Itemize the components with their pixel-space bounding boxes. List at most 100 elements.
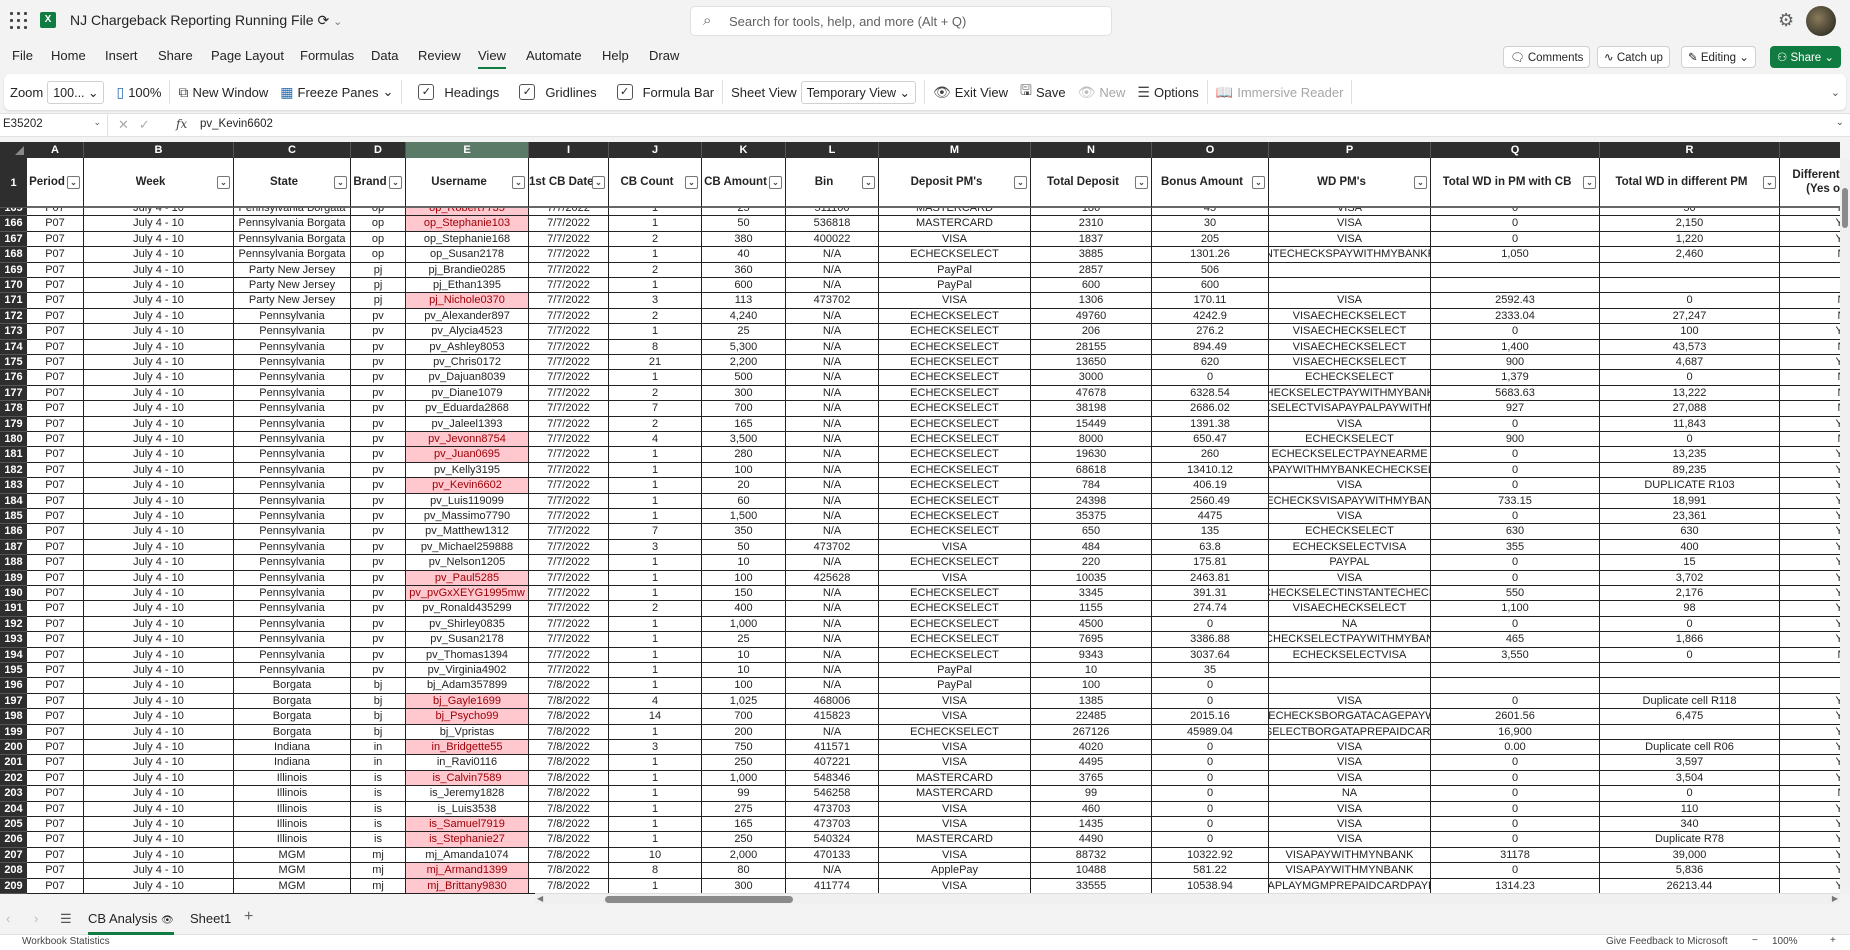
cell-bonus-amount[interactable]: 600 — [1152, 278, 1269, 294]
cell-deposit-pm[interactable]: PayPal — [879, 278, 1031, 294]
cell-cb-amount[interactable]: 25 — [702, 208, 786, 217]
cell-username[interactable]: pv_Jaleel1393 — [406, 416, 529, 432]
cell-brand[interactable]: pv — [351, 401, 406, 417]
cell-different-pm-for-wd[interactable] — [1780, 678, 1840, 694]
cell-wd-pm[interactable]: ISAPLAYMGMPREPAIDCARDPAYPA — [1269, 878, 1431, 894]
cell-wd-pm[interactable]: CHECKSELECTPAYWITHMYBANKP — [1269, 385, 1431, 402]
header-cell-total-wd-pm-with-cb[interactable]: Total WD in PM with CB ⌄ — [1431, 158, 1600, 208]
cell-period[interactable]: P07 — [27, 755, 84, 771]
cell-period[interactable]: P07 — [27, 555, 84, 571]
cell-total-wd-different-pm[interactable]: 11,843 — [1600, 416, 1780, 432]
cell-bin[interactable]: 473703 — [786, 801, 879, 817]
filter-dropdown-icon[interactable]: ⌄ — [389, 176, 402, 189]
cell-total-deposit[interactable]: 1837 — [1031, 231, 1152, 248]
header-cell-different-pm-for-wd[interactable]: Different for WD (Yes or No) — [1780, 158, 1840, 208]
cell-brand[interactable]: bj — [351, 693, 406, 710]
cell-total-wd-different-pm[interactable]: DUPLICATE R103 — [1600, 478, 1780, 494]
cell-bonus-amount[interactable]: 135 — [1152, 524, 1269, 540]
prev-sheet-icon[interactable]: ‹ — [6, 911, 10, 926]
cell-bonus-amount[interactable]: 2015.16 — [1152, 709, 1269, 725]
filter-dropdown-icon[interactable]: ⌄ — [862, 176, 875, 189]
catch-up-button[interactable]: ∿ Catch up — [1597, 46, 1670, 68]
cell-state[interactable]: Pennsylvania — [234, 524, 351, 540]
cell-total-wd-different-pm[interactable]: 0 — [1600, 647, 1780, 663]
cell-wd-pm[interactable]: ECHECKSELECTVISA — [1269, 647, 1431, 663]
cell-bin[interactable]: 468006 — [786, 693, 879, 710]
cell-week[interactable]: July 4 - 10 — [84, 740, 234, 756]
cell-wd-pm[interactable]: NA — [1269, 616, 1431, 633]
cell-brand[interactable]: in — [351, 755, 406, 771]
cell-username[interactable]: in_Bridgette55 — [406, 740, 529, 756]
cell-state[interactable]: Pennsylvania — [234, 539, 351, 556]
cell-period[interactable]: P07 — [27, 863, 84, 879]
cell-cb-amount[interactable]: 165 — [702, 817, 786, 833]
header-cell-wd-pm[interactable]: WD PM's ⌄ — [1269, 158, 1431, 208]
cell-different-pm-for-wd[interactable]: Yes — [1780, 232, 1840, 248]
cell-different-pm-for-wd[interactable]: Yes — [1780, 771, 1840, 787]
cell-different-pm-for-wd[interactable]: No — [1780, 309, 1840, 325]
cell-deposit-pm[interactable]: ECHECKSELECT — [879, 647, 1031, 663]
cell-different-pm-for-wd[interactable]: Yes — [1780, 324, 1840, 340]
cell-period[interactable]: P07 — [27, 231, 84, 248]
search-input[interactable]: ⌕ Search for tools, help, and more (Alt +… — [690, 6, 1112, 36]
cell-first-cb-date[interactable]: 7/8/2022 — [529, 786, 609, 802]
cell-bin[interactable]: N/A — [786, 509, 879, 525]
cell-total-deposit[interactable]: 3345 — [1031, 586, 1152, 602]
tab-help[interactable]: Help — [602, 48, 629, 63]
cell-brand[interactable]: pv — [351, 339, 406, 355]
cell-wd-pm[interactable]: ECHECKSELECTPAYNEARME — [1269, 447, 1431, 463]
formula-bar-checkbox[interactable]: ✓ Formula Bar — [611, 84, 721, 100]
tab-page-layout[interactable]: Page Layout — [211, 48, 284, 63]
cell-username[interactable]: pv_Paul5285 — [406, 570, 529, 586]
cell-username[interactable]: is_Jeremy1828 — [406, 786, 529, 802]
cell-different-pm-for-wd[interactable]: No — [1780, 386, 1840, 402]
cell-total-deposit[interactable]: 460 — [1031, 801, 1152, 817]
column-header-j[interactable]: J — [609, 142, 702, 158]
cell-cb-amount[interactable]: 750 — [702, 740, 786, 756]
cell-total-deposit[interactable]: 2310 — [1031, 216, 1152, 232]
cell-brand[interactable]: pv — [351, 308, 406, 325]
column-header-k[interactable]: K — [702, 142, 786, 158]
tab-automate[interactable]: Automate — [526, 48, 582, 63]
cell-brand[interactable]: mj — [351, 878, 406, 894]
cell-state[interactable]: Illinois — [234, 817, 351, 833]
cell-first-cb-date[interactable]: 7/7/2022 — [529, 208, 609, 217]
cell-different-pm-for-wd[interactable]: Yes — [1780, 216, 1840, 232]
exit-view-button[interactable]: 👁 Exit View — [927, 84, 1014, 101]
cell-week[interactable]: July 4 - 10 — [84, 832, 234, 848]
cell-wd-pm[interactable]: ECHECKSELECT — [1269, 432, 1431, 448]
cell-week[interactable]: July 4 - 10 — [84, 308, 234, 325]
cell-cb-count[interactable]: 2 — [609, 385, 702, 402]
cell-deposit-pm[interactable]: ECHECKSELECT — [879, 586, 1031, 602]
cell-deposit-pm[interactable]: MASTERCARD — [879, 832, 1031, 848]
cell-week[interactable]: July 4 - 10 — [84, 586, 234, 602]
cell-bin[interactable]: N/A — [786, 355, 879, 371]
cell-cb-count[interactable]: 1 — [609, 817, 702, 833]
cell-period[interactable]: P07 — [27, 832, 84, 848]
cell-total-wd-pm-with-cb[interactable]: 2333.04 — [1431, 308, 1600, 325]
cell-wd-pm[interactable]: ECHECKSELECTPAYWITHMYBANK — [1269, 632, 1431, 648]
cell-total-wd-different-pm[interactable] — [1600, 278, 1780, 294]
cell-bonus-amount[interactable]: 1301.26 — [1152, 247, 1269, 263]
cell-period[interactable]: P07 — [27, 740, 84, 756]
cell-total-wd-pm-with-cb[interactable]: 0 — [1431, 462, 1600, 479]
cell-total-deposit[interactable]: 650 — [1031, 524, 1152, 540]
cell-bonus-amount[interactable]: 274.74 — [1152, 601, 1269, 617]
cell-bonus-amount[interactable]: 2463.81 — [1152, 570, 1269, 586]
cell-period[interactable]: P07 — [27, 632, 84, 648]
filter-dropdown-icon[interactable]: ⌄ — [1414, 176, 1427, 189]
cell-bonus-amount[interactable]: 650.47 — [1152, 432, 1269, 448]
cell-bonus-amount[interactable]: 175.81 — [1152, 555, 1269, 571]
cell-week[interactable]: July 4 - 10 — [84, 878, 234, 894]
cell-username[interactable]: op_Susan2178 — [406, 247, 529, 263]
cell-week[interactable]: July 4 - 10 — [84, 339, 234, 355]
cell-period[interactable]: P07 — [27, 724, 84, 740]
cell-week[interactable]: July 4 - 10 — [84, 355, 234, 371]
cell-wd-pm[interactable]: VISA — [1269, 231, 1431, 248]
cell-wd-pm[interactable]: VISAPAYWITHMYNBANK — [1269, 847, 1431, 864]
cell-state[interactable]: Pennsylvania — [234, 647, 351, 663]
cell-cb-count[interactable]: 1 — [609, 801, 702, 817]
cell-week[interactable]: July 4 - 10 — [84, 755, 234, 771]
cell-bonus-amount[interactable]: 276.2 — [1152, 324, 1269, 340]
cell-state[interactable]: Pennsylvania Borgata — [234, 216, 351, 232]
